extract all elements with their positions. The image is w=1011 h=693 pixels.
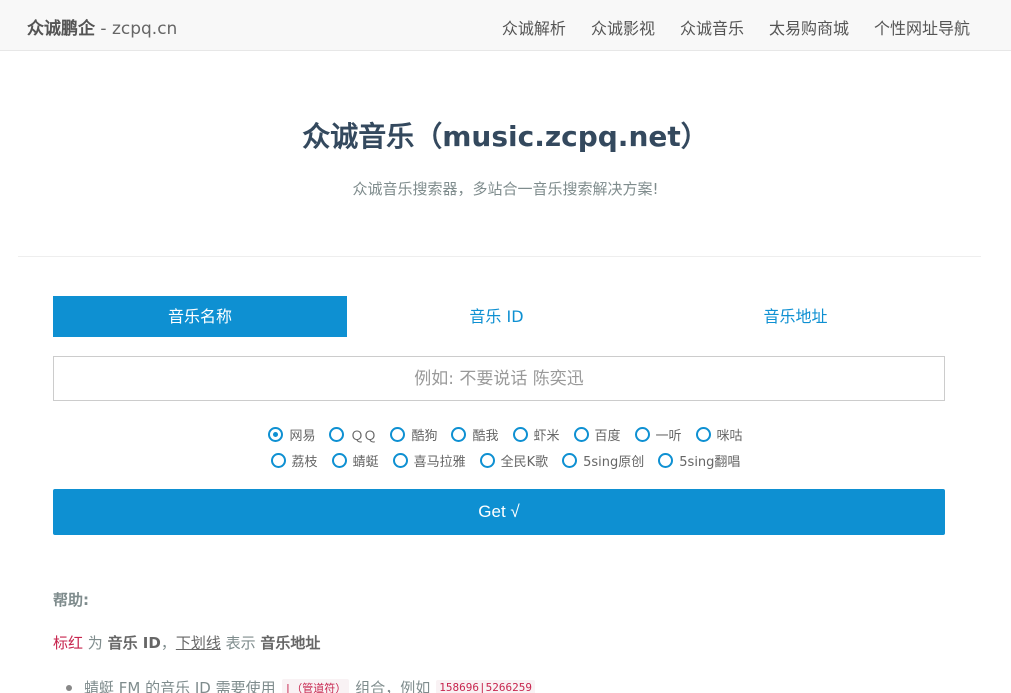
radio-icon[interactable] — [331, 453, 347, 468]
nav-link-music[interactable]: 众诚音乐 — [680, 15, 744, 39]
source-label: 百度 — [594, 429, 621, 444]
tab-music-name[interactable]: 音乐名称 — [53, 296, 347, 337]
source-option-qq[interactable]: ＱＱ — [329, 425, 376, 444]
radio-icon[interactable] — [390, 427, 406, 442]
nav-link-mall[interactable]: 太易购商城 — [769, 15, 849, 39]
radio-icon[interactable] — [562, 453, 578, 468]
top-navbar: 众诚鹏企 - zcpq.cn 众诚解析 众诚影视 众诚音乐 太易购商城 个性网址… — [0, 0, 1011, 51]
help-underline-label: 下划线 — [175, 634, 221, 652]
help-item-code: |（管道符） — [281, 678, 350, 693]
source-label: 网易 — [289, 429, 316, 444]
source-option-lizhi[interactable]: 荔枝 — [270, 451, 318, 470]
source-label: ＱＱ — [350, 429, 377, 444]
help-item-text: 蜻蜓 FM 的音乐 ID 需要使用 — [84, 679, 276, 693]
help-text: ， — [160, 634, 176, 652]
source-option-1ting[interactable]: 一听 — [634, 425, 682, 444]
nav-link-video[interactable]: 众诚影视 — [591, 15, 655, 39]
brand-name[interactable]: 众诚鹏企 — [27, 19, 95, 39]
source-option-ximalaya[interactable]: 喜马拉雅 — [392, 451, 466, 470]
source-label: 虾米 — [533, 429, 560, 444]
brand-domain[interactable]: - zcpq.cn — [95, 19, 177, 39]
radio-icon[interactable] — [479, 453, 495, 468]
source-option-baidu[interactable]: 百度 — [573, 425, 621, 444]
radio-icon[interactable] — [512, 427, 528, 442]
source-option-qingting[interactable]: 蜻蜓 — [331, 451, 379, 470]
source-label: 酷我 — [472, 429, 499, 444]
help-id-label: 音乐 ID — [107, 634, 161, 652]
source-option-5sing-cover[interactable]: 5sing翻唱 — [658, 451, 740, 470]
tab-music-id[interactable]: 音乐 ID — [347, 296, 646, 337]
source-options-row-2: 荔枝 蜻蜓 喜马拉雅 全民K歌 5sing原创 5sing翻唱 — [0, 451, 1011, 470]
help-text: 为 — [83, 634, 108, 652]
help-text: 表示 — [220, 634, 261, 652]
source-label: 酷狗 — [411, 429, 438, 444]
source-label: 咪咕 — [716, 429, 743, 444]
source-option-xiami[interactable]: 虾米 — [512, 425, 560, 444]
radio-icon[interactable] — [695, 427, 711, 442]
radio-icon[interactable] — [658, 453, 674, 468]
help-red-label: 标红 — [53, 634, 84, 652]
nav-link-navigation[interactable]: 个性网址导航 — [874, 15, 970, 39]
radio-icon[interactable] — [270, 453, 286, 468]
source-label: 喜马拉雅 — [413, 455, 466, 470]
search-input[interactable] — [53, 356, 945, 401]
radio-icon[interactable] — [329, 427, 345, 442]
source-label: 蜻蜓 — [352, 455, 379, 470]
radio-icon[interactable] — [451, 427, 467, 442]
help-title: 帮助: — [53, 591, 89, 609]
source-options-row-1: 网易 ＱＱ 酷狗 酷我 虾米 百度 一听 咪咕 — [0, 425, 1011, 444]
help-list-item: 蜻蜓 FM 的音乐 ID 需要使用 |（管道符） 组合，例如 158696|52… — [66, 677, 535, 693]
nav-links: 众诚解析 众诚影视 众诚音乐 太易购商城 个性网址导航 — [502, 15, 970, 39]
radio-icon[interactable] — [268, 427, 284, 442]
help-legend: 标红 为 音乐 ID，下划线 表示 音乐地址 — [53, 632, 320, 653]
source-label: 5sing翻唱 — [679, 455, 741, 470]
radio-icon[interactable] — [634, 427, 650, 442]
radio-icon[interactable] — [573, 427, 589, 442]
source-label: 荔枝 — [291, 455, 318, 470]
source-label: 一听 — [655, 429, 682, 444]
source-label: 全民K歌 — [500, 455, 549, 470]
nav-link-parse[interactable]: 众诚解析 — [502, 15, 566, 39]
page-title: 众诚音乐（music.zcpq.net） — [302, 120, 709, 153]
source-option-netease[interactable]: 网易 — [268, 425, 315, 444]
section-divider — [18, 256, 981, 257]
source-option-migu[interactable]: 咪咕 — [695, 425, 743, 444]
get-button[interactable]: Get √ — [53, 489, 945, 535]
source-option-5sing-original[interactable]: 5sing原创 — [562, 451, 644, 470]
page-subtitle: 众诚音乐搜索器，多站合一音乐搜索解决方案! — [352, 180, 659, 198]
bullet-icon — [66, 684, 72, 691]
source-label: 5sing原创 — [583, 455, 645, 470]
search-type-tabs: 音乐名称 音乐 ID 音乐地址 — [53, 296, 945, 337]
help-item-code: 158696|5266259 — [436, 680, 535, 693]
source-option-kuwo[interactable]: 酷我 — [451, 425, 499, 444]
tab-music-url[interactable]: 音乐地址 — [646, 296, 945, 337]
source-option-kugou[interactable]: 酷狗 — [390, 425, 437, 444]
help-url-label: 音乐地址 — [260, 634, 321, 652]
help-item-text: 组合，例如 — [355, 679, 431, 693]
radio-icon[interactable] — [392, 453, 408, 468]
site-brand[interactable]: 众诚鹏企 - zcpq.cn — [27, 14, 177, 39]
source-option-kg[interactable]: 全民K歌 — [479, 451, 549, 470]
